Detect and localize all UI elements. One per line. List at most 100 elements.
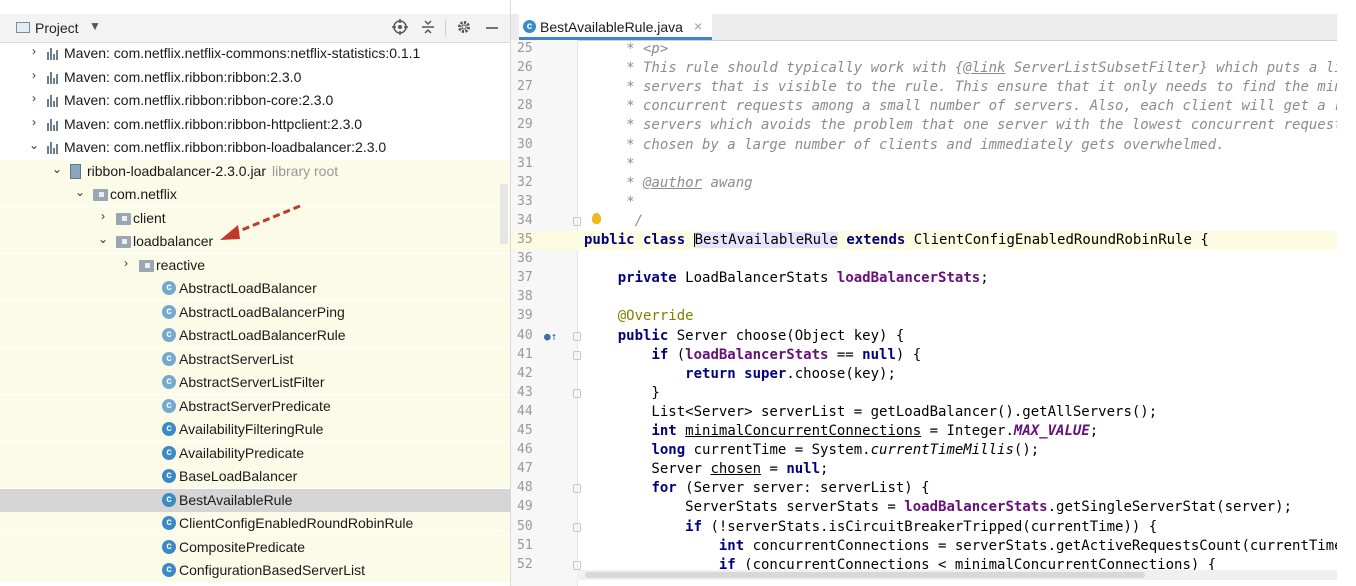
line-number[interactable]: 46 xyxy=(517,442,541,457)
line-number[interactable]: 42 xyxy=(517,366,541,381)
minimize-icon[interactable] xyxy=(485,19,499,40)
line-number[interactable]: 29 xyxy=(517,117,541,132)
line-number[interactable]: 51 xyxy=(517,538,541,553)
line-number[interactable]: 25 xyxy=(517,41,541,56)
code-line[interactable]: 40 ●↑ public Server choose(Object key) { xyxy=(511,327,1337,346)
code-line[interactable]: 30 * chosen by a large number of clients… xyxy=(511,136,1337,155)
chevron-down-icon[interactable]: ⌄ xyxy=(51,162,63,176)
tree-item[interactable]: › Maven: com.netflix.ribbon:ribbon-httpcl… xyxy=(0,113,510,136)
fold-marker-icon[interactable] xyxy=(573,332,581,341)
code-line[interactable]: 51 int concurrentConnections = serverSta… xyxy=(511,537,1337,556)
line-number[interactable]: 28 xyxy=(517,98,541,113)
line-number[interactable]: 41 xyxy=(517,347,541,362)
line-number[interactable]: 26 xyxy=(517,60,541,75)
code-line[interactable]: 42 return super.choose(key); xyxy=(511,365,1337,384)
fold-marker-icon[interactable] xyxy=(573,523,581,532)
chevron-down-icon[interactable]: ▼ xyxy=(89,19,101,33)
tree-item[interactable]: c AbstractServerList xyxy=(0,348,510,371)
code-line[interactable]: 37 private LoadBalancerStats loadBalance… xyxy=(511,269,1337,288)
horizontal-scrollbar[interactable] xyxy=(577,570,1337,580)
close-icon[interactable]: × xyxy=(694,18,702,34)
tree-item[interactable]: ⌄ Maven: com.netflix.ribbon:ribbon-loadba… xyxy=(0,136,510,159)
line-number[interactable]: 38 xyxy=(517,289,541,304)
chevron-right-icon[interactable]: › xyxy=(120,256,132,270)
tab-best-available-rule[interactable]: c BestAvailableRule.java × xyxy=(519,14,712,40)
tree-scrollbar[interactable] xyxy=(500,184,508,244)
line-number[interactable]: 52 xyxy=(517,557,541,570)
code-line[interactable]: 49 ServerStats serverStats = loadBalance… xyxy=(511,498,1337,517)
fold-marker-icon[interactable] xyxy=(573,351,581,360)
code-line[interactable]: 33 * xyxy=(511,193,1337,212)
line-number[interactable]: 48 xyxy=(517,480,541,495)
tree-item[interactable]: c CompositePredicate xyxy=(0,536,510,559)
tree-item[interactable]: c AbstractLoadBalancerPing xyxy=(0,301,510,324)
tree-item[interactable]: › Maven: com.netflix.netflix-commons:netf… xyxy=(0,42,510,65)
code-line[interactable]: 45 int minimalConcurrentConnections = In… xyxy=(511,422,1337,441)
collapse-all-icon[interactable] xyxy=(420,19,436,40)
fold-marker-icon[interactable] xyxy=(573,561,581,570)
chevron-right-icon[interactable]: › xyxy=(97,209,109,223)
chevron-down-icon[interactable]: ⌄ xyxy=(97,232,109,246)
tree-item[interactable]: c AbstractServerPredicate xyxy=(0,395,510,418)
line-number[interactable]: 37 xyxy=(517,270,541,285)
line-number[interactable]: 33 xyxy=(517,194,541,209)
line-number[interactable]: 31 xyxy=(517,156,541,171)
line-number[interactable]: 32 xyxy=(517,175,541,190)
code-line[interactable]: 41 if (loadBalancerStats == null) { xyxy=(511,346,1337,365)
code-area[interactable]: 25 * <p> 26 * This rule should typically … xyxy=(511,40,1337,570)
tree-item[interactable]: c ConfigurationBasedServerList xyxy=(0,559,510,582)
chevron-down-icon[interactable]: ⌄ xyxy=(28,138,40,152)
tree-item[interactable]: › reactive xyxy=(0,254,510,277)
code-line[interactable]: 28 * concurrent requests among a small n… xyxy=(511,97,1337,116)
code-line[interactable]: 47 Server chosen = null; xyxy=(511,460,1337,479)
code-line[interactable]: 35 public class BestAvailableRule extends… xyxy=(511,231,1337,250)
scrollbar-thumb[interactable] xyxy=(585,572,1145,578)
line-number[interactable]: 34 xyxy=(517,213,541,228)
line-number[interactable]: 47 xyxy=(517,461,541,476)
tree-item[interactable]: › Maven: com.netflix.ribbon:ribbon:2.3.0 xyxy=(0,66,510,89)
line-number[interactable]: 43 xyxy=(517,385,541,400)
chevron-right-icon[interactable]: › xyxy=(28,115,40,129)
line-number[interactable]: 27 xyxy=(517,79,541,94)
tree-item[interactable]: c AbstractLoadBalancer xyxy=(0,277,510,300)
line-number[interactable]: 39 xyxy=(517,308,541,323)
fold-marker-icon[interactable] xyxy=(573,217,581,226)
tree-item[interactable]: › Maven: com.netflix.ribbon:ribbon-core:2… xyxy=(0,89,510,112)
line-number[interactable]: 44 xyxy=(517,404,541,419)
code-line[interactable]: 39 @Override xyxy=(511,307,1337,326)
tree-item[interactable]: c BestAvailableRule xyxy=(0,489,510,512)
code-line[interactable]: 34 / xyxy=(511,212,1337,231)
fold-marker-icon[interactable] xyxy=(573,484,581,493)
chevron-down-icon[interactable]: ⌄ xyxy=(74,185,86,199)
gear-icon[interactable] xyxy=(456,19,472,40)
code-line[interactable]: 26 * This rule should typically work wit… xyxy=(511,59,1337,78)
code-line[interactable]: 36 xyxy=(511,250,1337,269)
tree-item[interactable]: c BaseLoadBalancer xyxy=(0,465,510,488)
fold-marker-icon[interactable] xyxy=(573,389,581,398)
chevron-right-icon[interactable]: › xyxy=(28,91,40,105)
code-line[interactable]: 48 for (Server server: serverList) { xyxy=(511,479,1337,498)
code-line[interactable]: 31 * xyxy=(511,155,1337,174)
override-marker-icon[interactable]: ●↑ xyxy=(544,330,557,343)
line-number[interactable]: 36 xyxy=(517,251,541,266)
code-line[interactable]: 32 * @author awang xyxy=(511,174,1337,193)
code-line[interactable]: 44 List<Server> serverList = getLoadBala… xyxy=(511,403,1337,422)
line-number[interactable]: 45 xyxy=(517,423,541,438)
code-line[interactable]: 50 if (!serverStats.isCircuitBreakerTrip… xyxy=(511,518,1337,537)
code-line[interactable]: 52 if (concurrentConnections < minimalCo… xyxy=(511,556,1337,570)
chevron-right-icon[interactable]: › xyxy=(28,68,40,82)
tree-item[interactable]: c AvailabilityPredicate xyxy=(0,442,510,465)
code-line[interactable]: 46 long currentTime = System.currentTime… xyxy=(511,441,1337,460)
line-number[interactable]: 49 xyxy=(517,499,541,514)
tree-item[interactable]: c AvailabilityFilteringRule xyxy=(0,418,510,441)
code-line[interactable]: 43 } xyxy=(511,384,1337,403)
target-icon[interactable] xyxy=(392,19,408,40)
code-line[interactable]: 29 * servers which avoids the problem th… xyxy=(511,116,1337,135)
line-number[interactable]: 30 xyxy=(517,137,541,152)
tree-item[interactable]: c AbstractServerListFilter xyxy=(0,371,510,394)
chevron-right-icon[interactable]: › xyxy=(28,44,40,58)
line-number[interactable]: 40 xyxy=(517,328,541,343)
code-line[interactable]: 27 * servers that is visible to the rule… xyxy=(511,78,1337,97)
tree-item[interactable]: c ClientConfigEnabledRoundRobinRule xyxy=(0,512,510,535)
line-number[interactable]: 50 xyxy=(517,519,541,534)
